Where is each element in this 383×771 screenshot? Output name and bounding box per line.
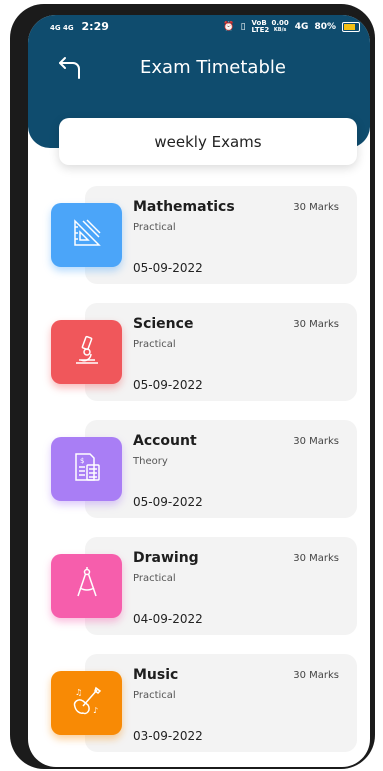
geometry-tools-icon (69, 215, 105, 255)
app-screen: 4G 4G 2:29 ⏰ ▯ VoB LTE2 0.00 KB/s 4G 80% (28, 15, 370, 767)
exam-date: 05-09-2022 (133, 261, 203, 275)
exam-icon-box (51, 320, 122, 384)
svg-text:$: $ (80, 457, 84, 465)
weekly-exams-tab[interactable]: weekly Exams (59, 118, 357, 165)
exam-card[interactable] (85, 537, 357, 635)
exam-icon-box: ♫ ♪ (51, 671, 122, 735)
signal-indicator: 4G 4G (50, 24, 74, 32)
battery-icon (342, 22, 360, 32)
network-label: 4G (294, 22, 309, 32)
exam-type: Practical (133, 690, 176, 701)
status-bar: 4G 4G 2:29 ⏰ ▯ VoB LTE2 0.00 KB/s 4G 80% (28, 15, 370, 39)
status-time: 2:29 (81, 20, 109, 33)
exam-icon-box: $ (51, 437, 122, 501)
exam-type: Practical (133, 573, 176, 584)
lte-indicator: VoB LTE2 (251, 19, 270, 34)
exam-marks: 30 Marks (293, 202, 339, 213)
net-speed: 0.00 KB/s (272, 20, 289, 34)
status-left: 4G 4G 2:29 (50, 20, 109, 33)
guitar-icon: ♫ ♪ (69, 683, 105, 723)
compass-icon (69, 566, 105, 606)
exam-subject: Science (133, 316, 194, 332)
exam-card[interactable] (85, 303, 357, 401)
exam-subject: Account (133, 433, 197, 449)
exam-type: Practical (133, 222, 176, 233)
exam-date: 05-09-2022 (133, 378, 203, 392)
exam-subject: Music (133, 667, 179, 683)
microscope-icon (69, 332, 105, 372)
net-speed-value: 0.00 (271, 19, 289, 27)
exam-subject: Mathematics (133, 199, 235, 215)
phone-frame: 4G 4G 2:29 ⏰ ▯ VoB LTE2 0.00 KB/s 4G 80% (10, 4, 375, 769)
exam-date: 03-09-2022 (133, 729, 203, 743)
page-title: Exam Timetable (140, 57, 286, 78)
exam-type: Theory (133, 456, 168, 467)
exam-card[interactable] (85, 654, 357, 752)
alarm-icon: ⏰ (223, 22, 235, 32)
exam-marks: 30 Marks (293, 553, 339, 564)
exam-card[interactable] (85, 420, 357, 518)
exam-date: 05-09-2022 (133, 495, 203, 509)
svg-text:♫: ♫ (75, 688, 82, 697)
exam-icon-box (51, 554, 122, 618)
exam-marks: 30 Marks (293, 436, 339, 447)
svg-text:♪: ♪ (93, 706, 98, 715)
exam-subject: Drawing (133, 550, 199, 566)
exam-marks: 30 Marks (293, 319, 339, 330)
exam-icon-box (51, 203, 122, 267)
back-arrow-icon[interactable] (57, 55, 83, 81)
exam-date: 04-09-2022 (133, 612, 203, 626)
status-right: ⏰ ▯ VoB LTE2 0.00 KB/s 4G 80% (223, 20, 360, 34)
calculator-document-icon: $ (69, 449, 105, 489)
exam-marks: 30 Marks (293, 670, 339, 681)
net-speed-unit: KB/s (273, 27, 287, 33)
battery-percent: 80% (314, 22, 336, 32)
vibrate-icon: ▯ (240, 22, 246, 32)
exam-type: Practical (133, 339, 176, 350)
